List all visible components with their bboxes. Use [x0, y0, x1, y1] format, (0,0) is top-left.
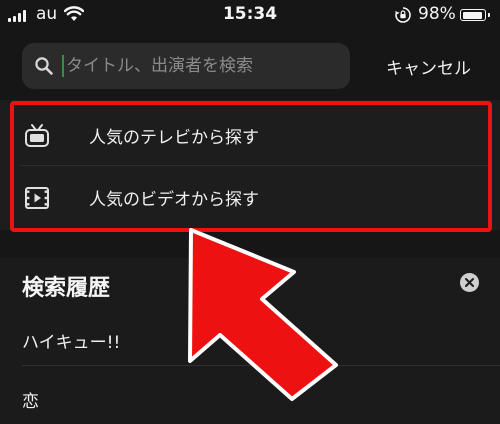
history-item[interactable]: ハイキュー!! [22, 328, 120, 353]
clear-icon[interactable] [460, 273, 479, 292]
cancel-button[interactable]: キャンセル [386, 54, 471, 79]
browse-popular-tv[interactable]: 人気のテレビから探す [0, 104, 500, 166]
search-history: 検索履歴 ハイキュー!! 恋 [0, 258, 500, 424]
search-screen: au 15:34 98% タイトル、出演者を検索 キャンセル 人気のテレビから探… [0, 0, 500, 424]
video-icon [24, 185, 50, 215]
history-title: 検索履歴 [22, 276, 111, 301]
history-divider [22, 365, 500, 366]
text-cursor [62, 55, 64, 77]
search-field[interactable] [22, 43, 350, 89]
browse-label: 人気のテレビから探す [89, 128, 259, 148]
tv-icon [24, 123, 50, 153]
battery-nub [487, 13, 490, 17]
browse-label: 人気のビデオから探す [89, 190, 259, 210]
battery-fill [462, 11, 482, 19]
battery-icon [460, 9, 490, 21]
battery-percent: 98% [418, 4, 456, 24]
search-icon [34, 56, 54, 80]
status-bar: au 15:34 98% [0, 0, 500, 30]
history-item[interactable]: 恋 [22, 387, 39, 412]
browse-list: 人気のテレビから探す 人気のビデオから探す [0, 100, 500, 230]
browse-popular-video[interactable]: 人気のビデオから探す [0, 166, 500, 228]
rotation-lock-icon [394, 6, 412, 29]
search-input[interactable] [66, 43, 336, 89]
